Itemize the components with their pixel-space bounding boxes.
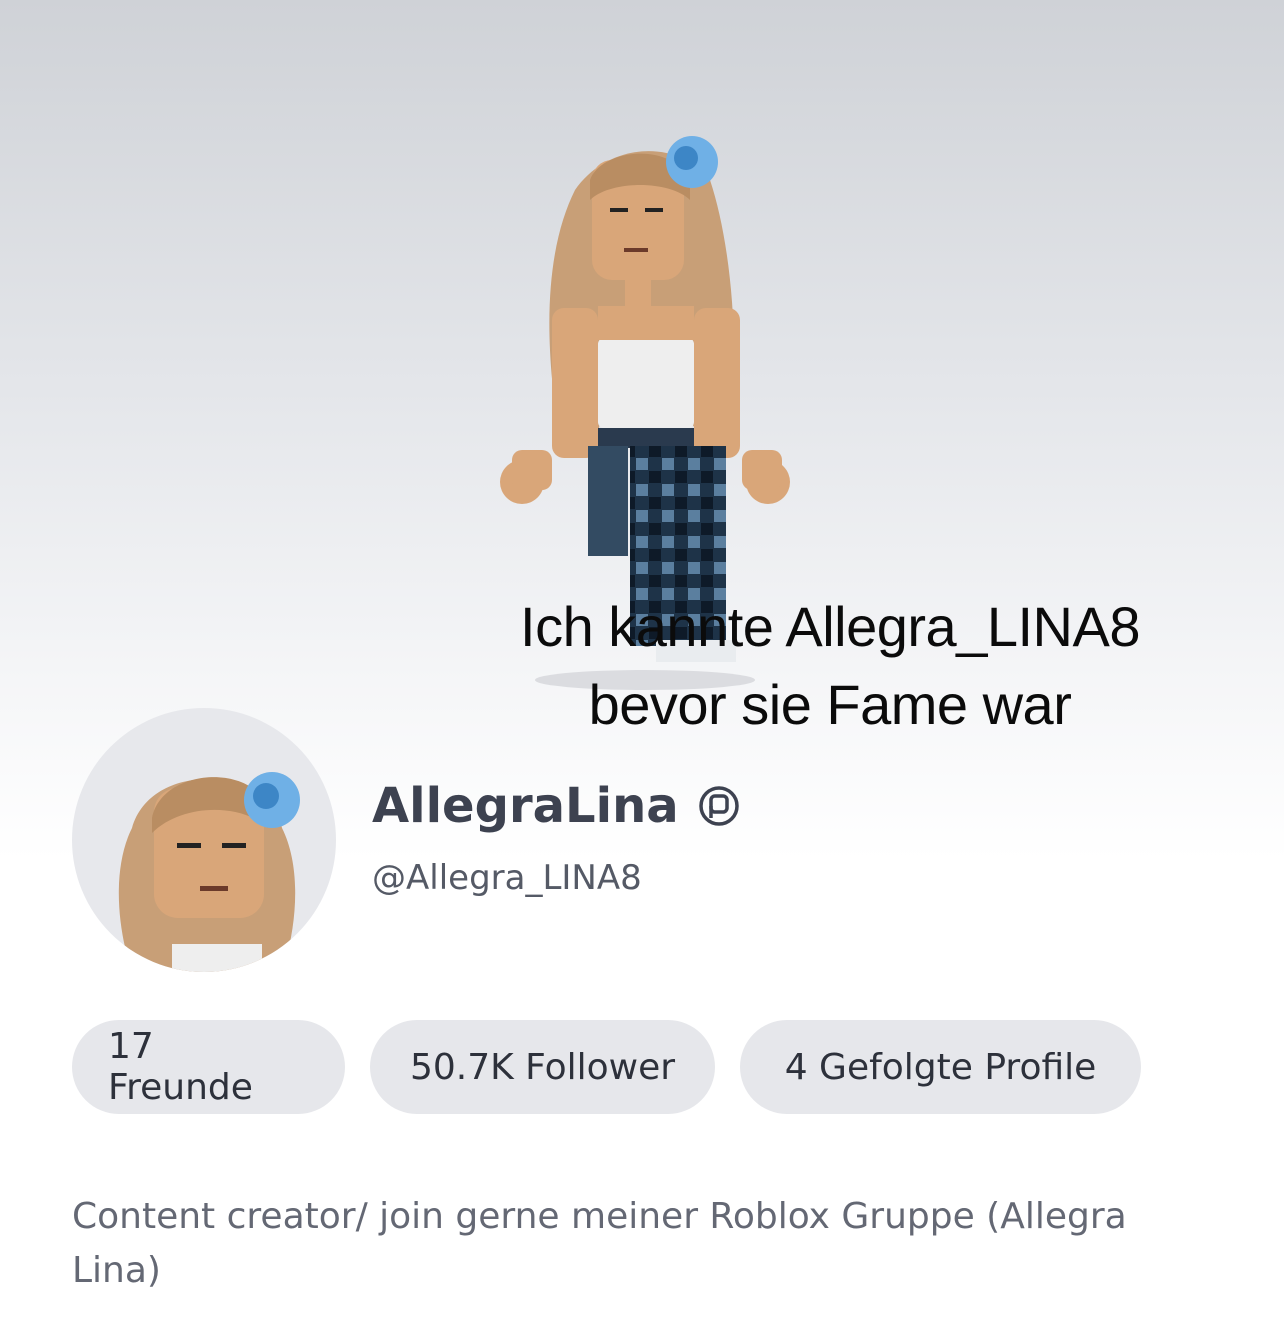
overlay-caption-line-1: Ich kannte Allegra_LINA8 bbox=[520, 595, 1140, 658]
display-name-text: AllegraLina bbox=[372, 778, 679, 834]
profile-avatar[interactable] bbox=[72, 708, 336, 972]
username-handle: @Allegra_LINA8 bbox=[372, 858, 642, 898]
following-count-button[interactable]: 4 Gefolgte Profile bbox=[740, 1020, 1141, 1114]
followers-count-button[interactable]: 50.7K Follower bbox=[370, 1020, 715, 1114]
avatar-headshot-image bbox=[118, 772, 300, 972]
friends-count-button[interactable]: 17 Freunde bbox=[72, 1020, 345, 1114]
overlay-caption-line-2: bevor sie Fame war bbox=[588, 673, 1072, 736]
video-overlay-caption: Ich kannte Allegra_LINA8 bevor sie Fame … bbox=[430, 588, 1230, 744]
display-name: AllegraLina bbox=[372, 778, 741, 834]
verified-badge-icon bbox=[698, 786, 739, 826]
profile-bio: Content creator/ join gerne meiner Roblo… bbox=[72, 1196, 1127, 1291]
profile-stats: 17 Freunde 50.7K Follower 4 Gefolgte Pro… bbox=[72, 1020, 1141, 1114]
